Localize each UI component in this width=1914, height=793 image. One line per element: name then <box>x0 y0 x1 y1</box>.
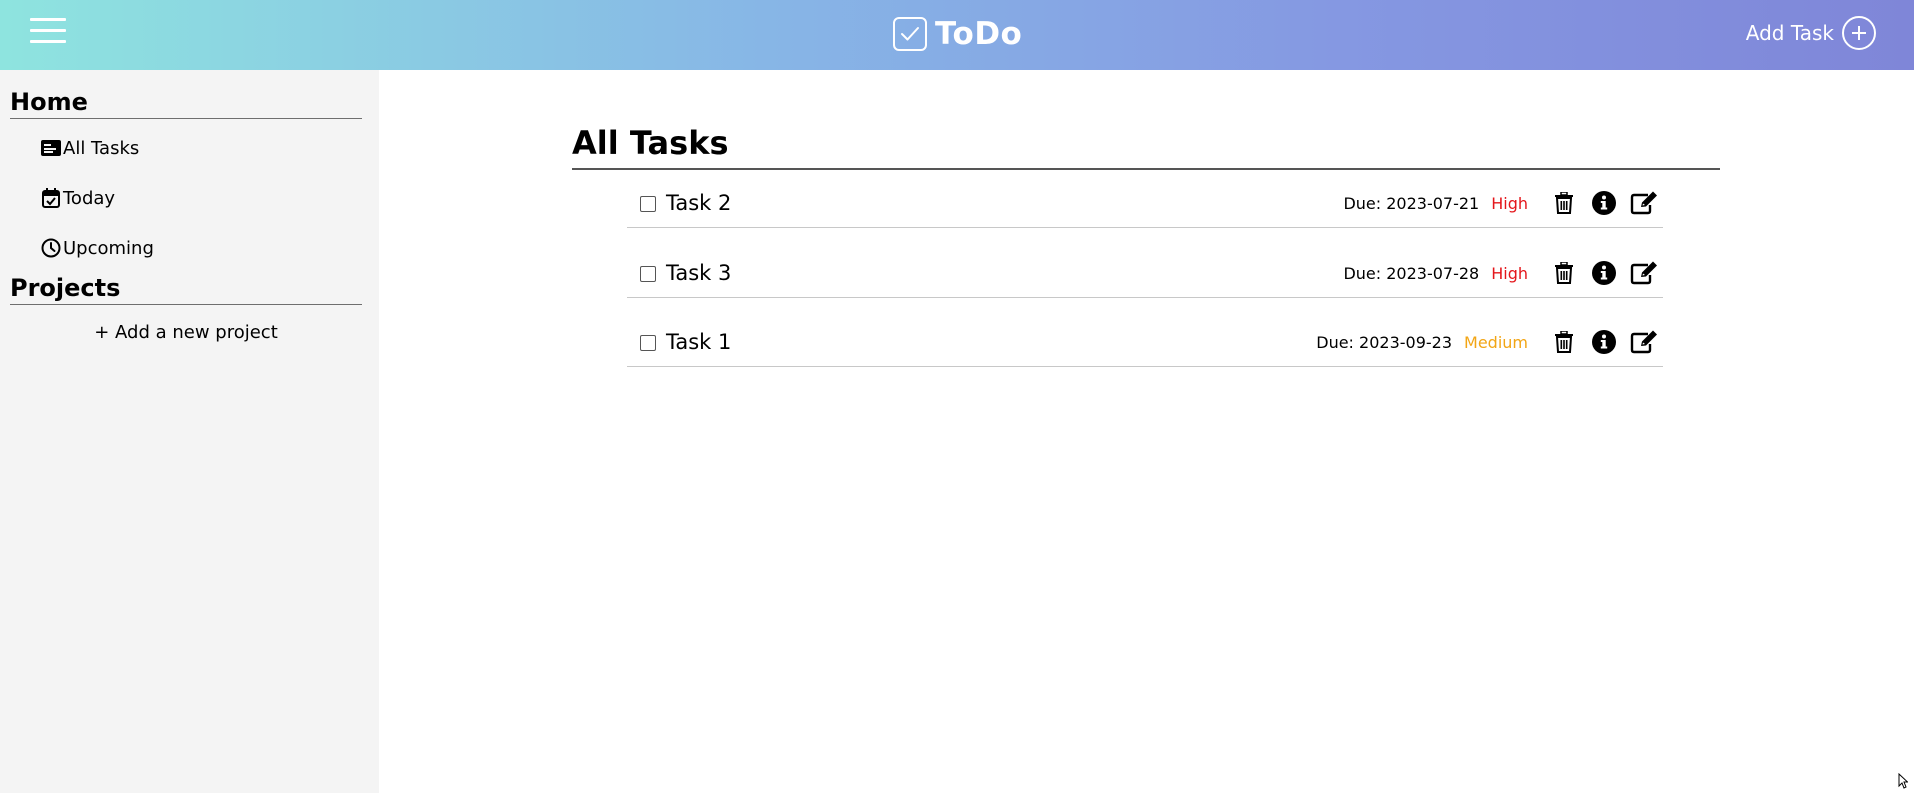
page-title: All Tasks <box>572 124 729 162</box>
title-divider <box>572 168 1720 170</box>
task-due-date: Due: 2023-07-21 <box>1343 193 1480 213</box>
sidebar-item-today[interactable]: Today <box>41 185 115 211</box>
calendar-check-icon <box>41 188 61 208</box>
sidebar-item-label: Upcoming <box>63 237 154 259</box>
task-name: Task 3 <box>666 261 732 285</box>
trash-icon[interactable] <box>1550 328 1578 356</box>
task-priority: High <box>1491 263 1528 283</box>
task-priority: Medium <box>1464 332 1528 352</box>
info-icon[interactable] <box>1590 259 1618 287</box>
plus-circle-icon <box>1842 16 1876 50</box>
edit-icon[interactable] <box>1630 259 1658 287</box>
sidebar-item-label: All Tasks <box>63 137 140 159</box>
task-row: Task 1 Due: 2023-09-23 Medium <box>627 313 1663 367</box>
task-checkbox[interactable] <box>640 266 656 282</box>
hamburger-menu-icon[interactable] <box>30 18 66 48</box>
projects-section-title: Projects <box>10 274 362 305</box>
task-name: Task 1 <box>666 330 732 354</box>
clock-icon <box>41 238 61 258</box>
task-meta: Due: 2023-09-23 Medium <box>1316 327 1663 357</box>
task-row: Task 2 Due: 2023-07-21 High <box>627 174 1663 228</box>
tasks-card-icon <box>41 138 61 158</box>
app-header: ToDo Add Task <box>0 0 1914 70</box>
checkbox-logo-icon <box>893 17 927 51</box>
task-name: Task 2 <box>666 191 732 215</box>
edit-icon[interactable] <box>1630 328 1658 356</box>
brand: ToDo <box>893 14 1022 54</box>
add-task-button[interactable]: Add Task <box>1746 15 1876 51</box>
app-title: ToDo <box>935 16 1023 52</box>
task-meta: Due: 2023-07-21 High <box>1343 188 1663 218</box>
info-icon[interactable] <box>1590 189 1618 217</box>
task-checkbox[interactable] <box>640 196 656 212</box>
trash-icon[interactable] <box>1550 259 1578 287</box>
add-task-label: Add Task <box>1745 21 1834 45</box>
mouse-cursor-icon <box>1898 772 1909 789</box>
task-row: Task 3 Due: 2023-07-28 High <box>627 244 1663 298</box>
sidebar-item-all-tasks[interactable]: All Tasks <box>41 135 139 161</box>
task-priority: High <box>1491 193 1528 213</box>
task-meta: Due: 2023-07-28 High <box>1343 258 1663 288</box>
home-section-title: Home <box>10 88 362 119</box>
task-checkbox[interactable] <box>640 335 656 351</box>
task-due-date: Due: 2023-07-28 <box>1343 263 1480 283</box>
task-due-date: Due: 2023-09-23 <box>1316 332 1453 352</box>
sidebar-item-label: Today <box>63 187 116 209</box>
sidebar: Home All Tasks Today Upcoming Projects +… <box>0 70 379 793</box>
edit-icon[interactable] <box>1630 189 1658 217</box>
trash-icon[interactable] <box>1550 189 1578 217</box>
sidebar-item-upcoming[interactable]: Upcoming <box>41 235 154 261</box>
add-project-button[interactable]: + Add a new project <box>0 322 372 343</box>
info-icon[interactable] <box>1590 328 1618 356</box>
